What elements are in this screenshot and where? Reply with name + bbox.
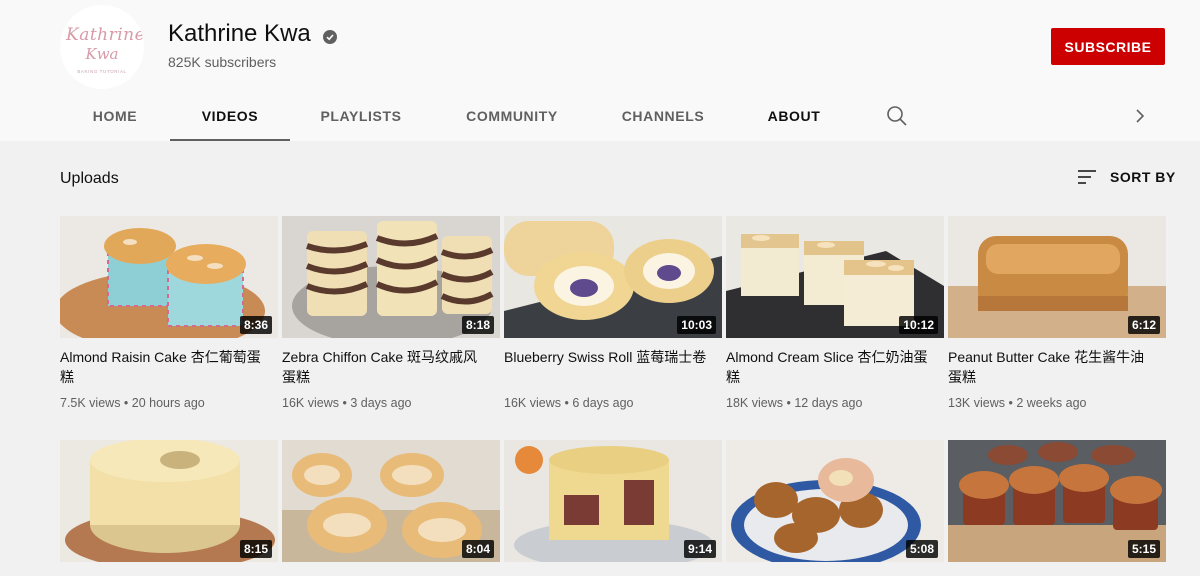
subscriber-count: 825K subscribers	[168, 54, 277, 70]
video-meta: 7.5K views • 20 hours ago	[60, 396, 205, 410]
tab-community[interactable]: COMMUNITY	[432, 92, 592, 140]
sort-icon	[1078, 170, 1096, 184]
video-thumbnail[interactable]: 8:04	[282, 440, 500, 562]
video-duration: 10:03	[677, 316, 716, 334]
video-age: 2 weeks ago	[1016, 396, 1087, 410]
video-thumbnail[interactable]: 6:12	[948, 216, 1166, 338]
chevron-right-icon[interactable]	[1130, 105, 1150, 127]
video-duration: 10:12	[899, 316, 938, 334]
logo-text-2: Kwa	[85, 45, 119, 63]
video-views: 7.5K views	[60, 396, 121, 410]
video-thumbnail[interactable]: 10:03	[504, 216, 722, 338]
tab-channels[interactable]: CHANNELS	[592, 92, 734, 140]
video-meta: 18K views • 12 days ago	[726, 396, 863, 410]
sort-by-label: SORT BY	[1110, 169, 1176, 185]
video-age: 3 days ago	[350, 396, 412, 410]
video-views: 18K views	[726, 396, 783, 410]
video-views: 16K views	[282, 396, 339, 410]
logo-text-3: BAKING TUTORIAL	[77, 69, 127, 74]
video-thumbnail[interactable]: 8:18	[282, 216, 500, 338]
video-age: 12 days ago	[794, 396, 863, 410]
video-title[interactable]: Peanut Butter Cake 花生酱牛油蛋糕	[948, 347, 1153, 387]
video-duration: 8:18	[461, 316, 494, 334]
video-views: 16K views	[504, 396, 561, 410]
video-title[interactable]: Blueberry Swiss Roll 蓝莓瑞士卷	[504, 347, 709, 367]
video-views: 13K views	[948, 396, 1005, 410]
video-meta: 16K views • 6 days ago	[504, 396, 634, 410]
video-title[interactable]: Almond Cream Slice 杏仁奶油蛋糕	[726, 347, 931, 387]
channel-name: Kathrine Kwa	[168, 20, 311, 47]
tab-home[interactable]: HOME	[60, 92, 170, 140]
verified-check-icon	[323, 30, 337, 44]
video-thumbnail[interactable]: 8:15	[60, 440, 278, 562]
search-icon[interactable]	[886, 105, 908, 127]
video-thumbnail[interactable]: 9:14	[504, 440, 722, 562]
sort-by-button[interactable]: SORT BY	[1076, 166, 1176, 188]
video-duration: 8:04	[461, 540, 494, 558]
video-title[interactable]: Almond Raisin Cake 杏仁葡萄蛋糕	[60, 347, 265, 387]
video-meta: 13K views • 2 weeks ago	[948, 396, 1087, 410]
logo-text-1: Kathrine	[66, 25, 144, 45]
video-age: 6 days ago	[572, 396, 634, 410]
video-thumbnail[interactable]: 10:12	[726, 216, 944, 338]
channel-avatar[interactable]: Kathrine Kwa BAKING TUTORIAL	[60, 5, 144, 89]
video-duration: 8:15	[239, 540, 272, 558]
channel-tabs: HOME VIDEOS PLAYLISTS COMMUNITY CHANNELS…	[0, 92, 1200, 142]
video-duration: 9:14	[683, 540, 716, 558]
tab-playlists[interactable]: PLAYLISTS	[290, 92, 432, 140]
video-thumbnail[interactable]: 5:15	[948, 440, 1166, 562]
subscribe-button[interactable]: SUBSCRIBE	[1051, 28, 1165, 65]
video-title[interactable]: Zebra Chiffon Cake 斑马纹戚风蛋糕	[282, 347, 487, 387]
channel-header: Kathrine Kwa BAKING TUTORIAL Kathrine Kw…	[0, 0, 1200, 142]
video-duration: 8:36	[239, 316, 272, 334]
video-thumbnail[interactable]: 8:36	[60, 216, 278, 338]
video-meta: 16K views • 3 days ago	[282, 396, 412, 410]
video-duration: 6:12	[1127, 316, 1160, 334]
video-duration: 5:15	[1127, 540, 1160, 558]
tab-videos[interactable]: VIDEOS	[170, 92, 290, 142]
uploads-heading: Uploads	[60, 170, 119, 187]
video-duration: 5:08	[905, 540, 938, 558]
video-age: 20 hours ago	[131, 396, 205, 410]
tab-about[interactable]: ABOUT	[734, 92, 854, 140]
video-thumbnail[interactable]: 5:08	[726, 440, 944, 562]
